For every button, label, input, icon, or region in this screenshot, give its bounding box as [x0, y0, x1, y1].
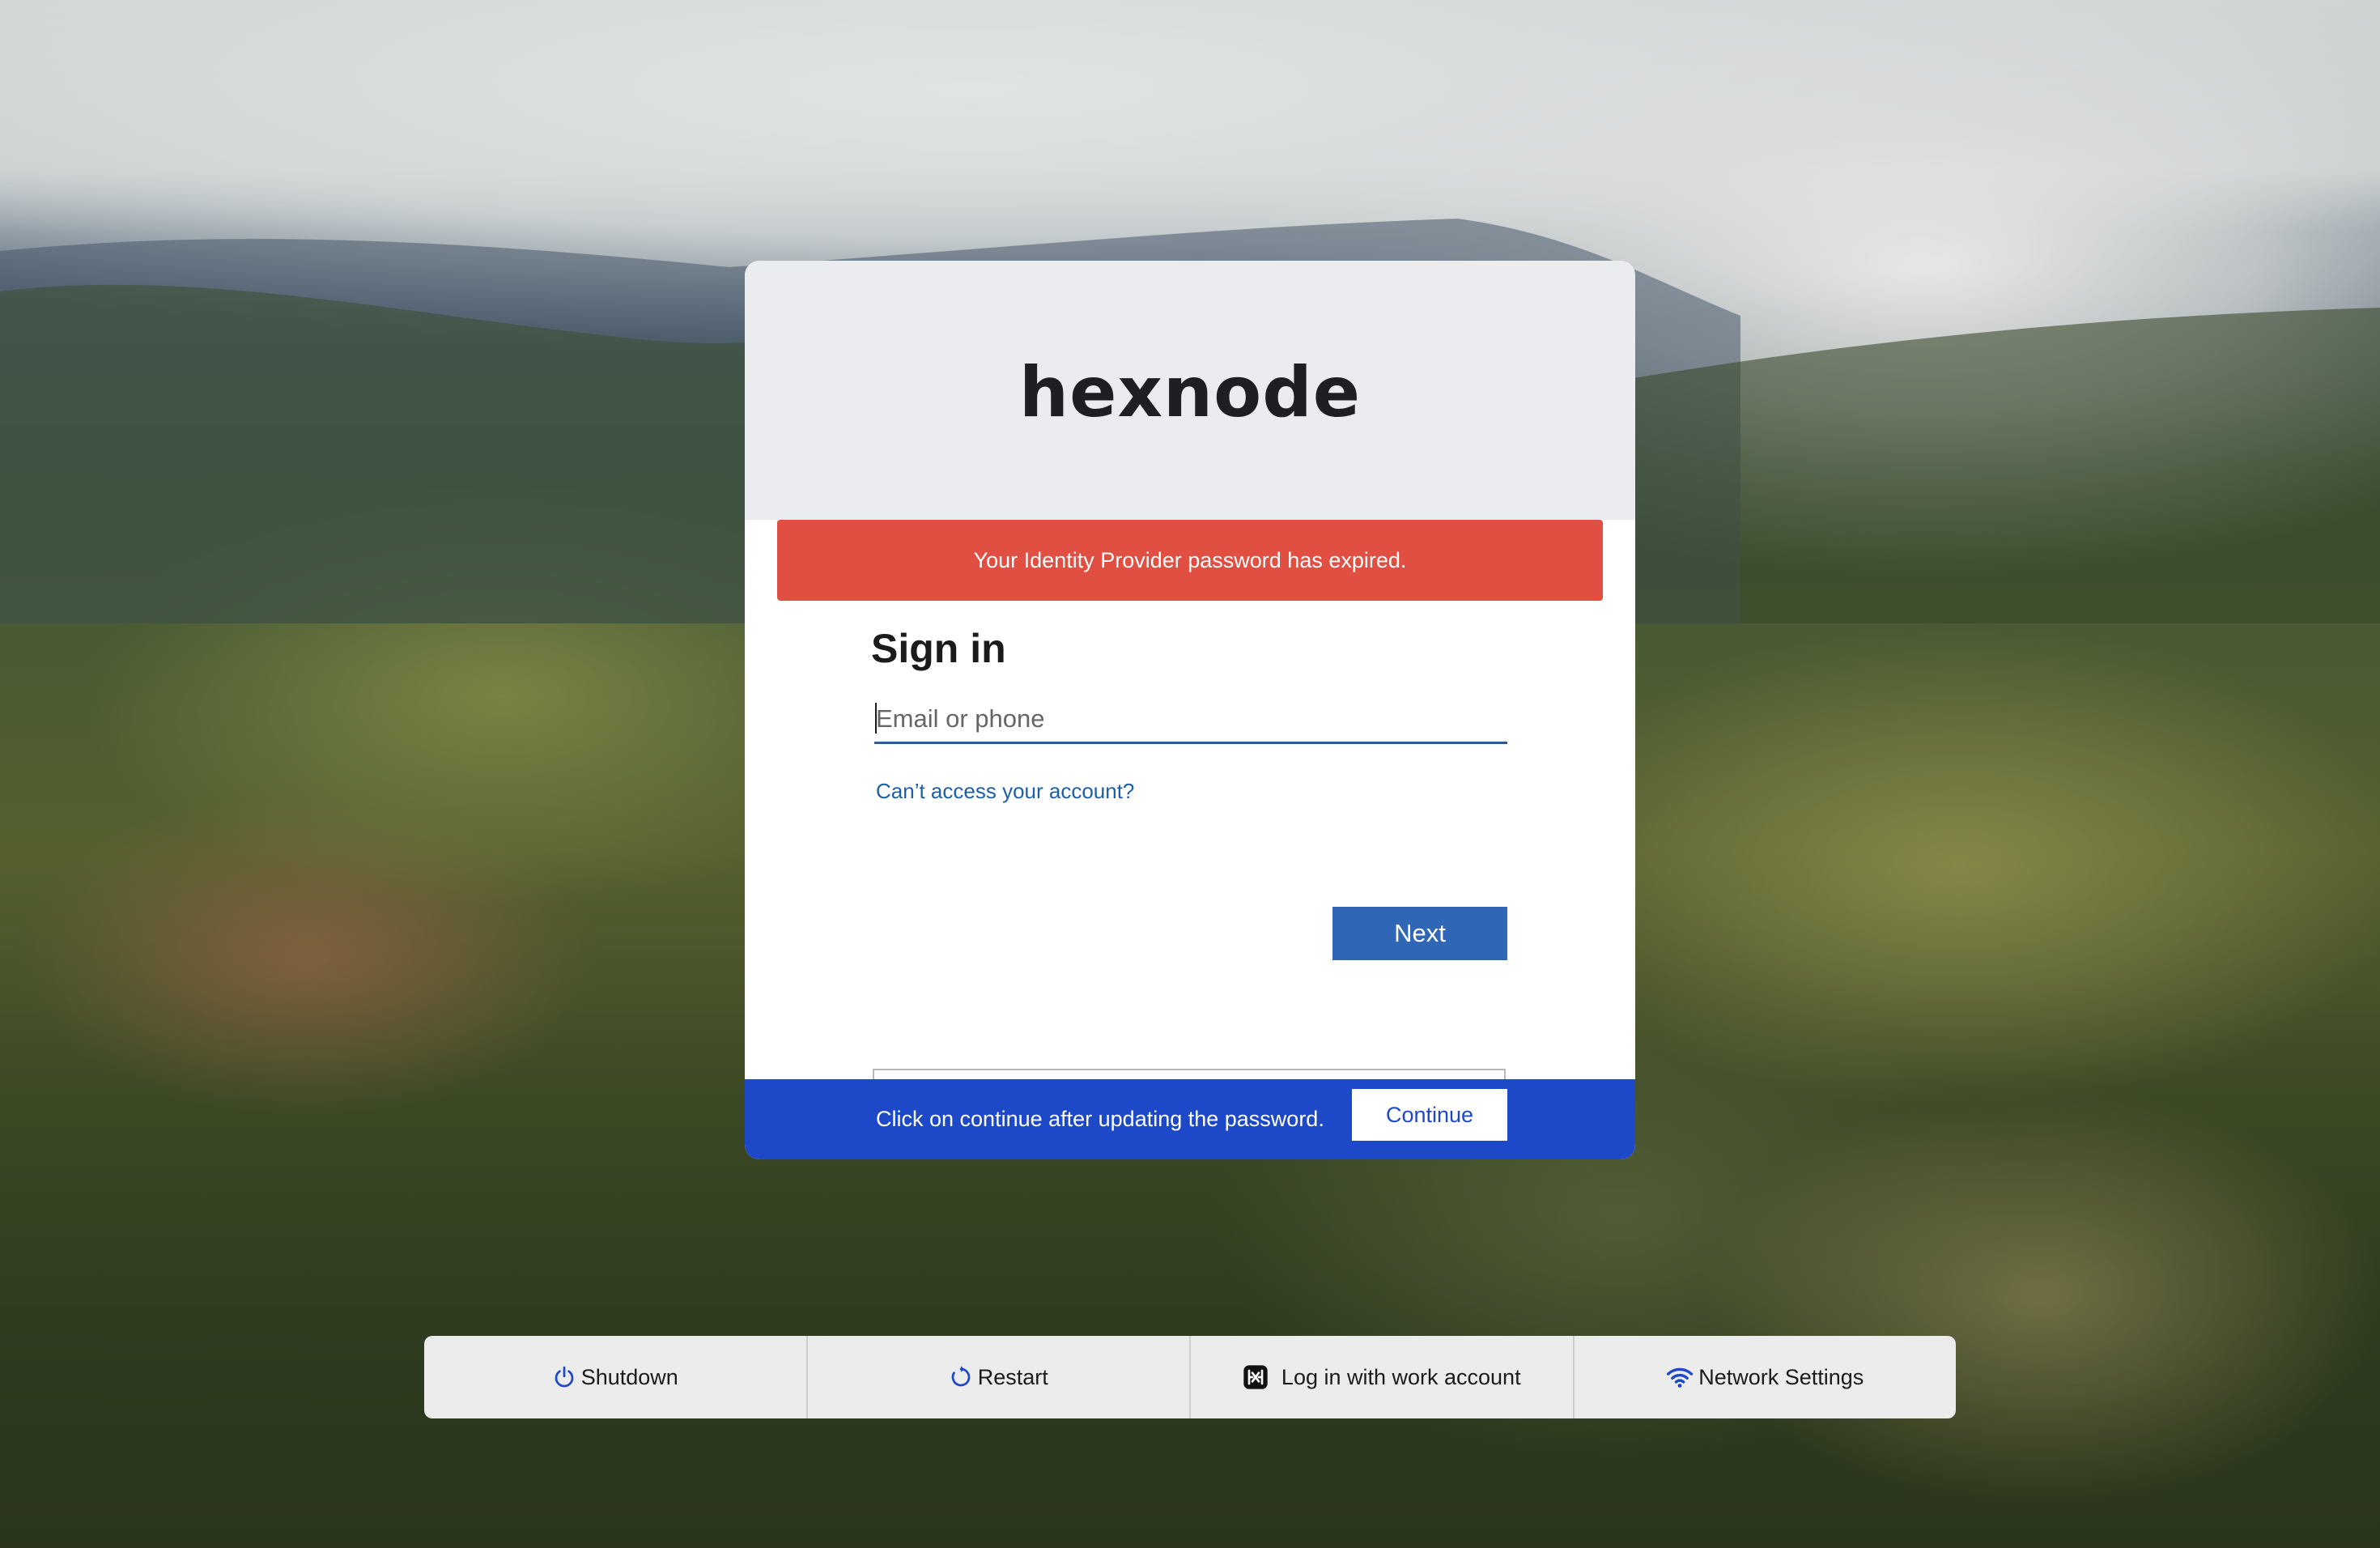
email-field[interactable] [874, 696, 1507, 744]
work-account-login-button[interactable]: Log in with work account [1191, 1336, 1575, 1418]
text-caret [875, 703, 877, 734]
login-card-header: hexnode [745, 261, 1635, 520]
page-title: Sign in [871, 626, 1006, 671]
continue-footer: Click on continue after updating the pas… [745, 1079, 1635, 1159]
work-account-label: Log in with work account [1281, 1364, 1521, 1389]
restart-button[interactable]: Restart [808, 1336, 1191, 1418]
hexnode-icon [1243, 1364, 1269, 1390]
bottom-action-bar: Shutdown Restart Log in with work accoun… [424, 1336, 1956, 1418]
shutdown-button[interactable]: Shutdown [424, 1336, 808, 1418]
shutdown-label: Shutdown [580, 1364, 678, 1389]
network-settings-button[interactable]: Network Settings [1575, 1336, 1957, 1418]
wifi-icon [1666, 1365, 1694, 1389]
restart-icon [949, 1365, 973, 1389]
power-icon [552, 1365, 576, 1389]
network-settings-label: Network Settings [1698, 1364, 1864, 1389]
login-card: hexnode Your Identity Provider password … [745, 261, 1635, 1159]
error-banner: Your Identity Provider password has expi… [777, 520, 1603, 601]
next-button[interactable]: Next [1332, 907, 1507, 960]
footer-message: Click on continue after updating the pas… [876, 1107, 1324, 1131]
restart-label: Restart [977, 1364, 1048, 1389]
continue-button[interactable]: Continue [1352, 1089, 1507, 1141]
hexnode-logo: hexnode [1018, 352, 1362, 433]
cant-access-account-link[interactable]: Can’t access your account? [876, 779, 1134, 804]
